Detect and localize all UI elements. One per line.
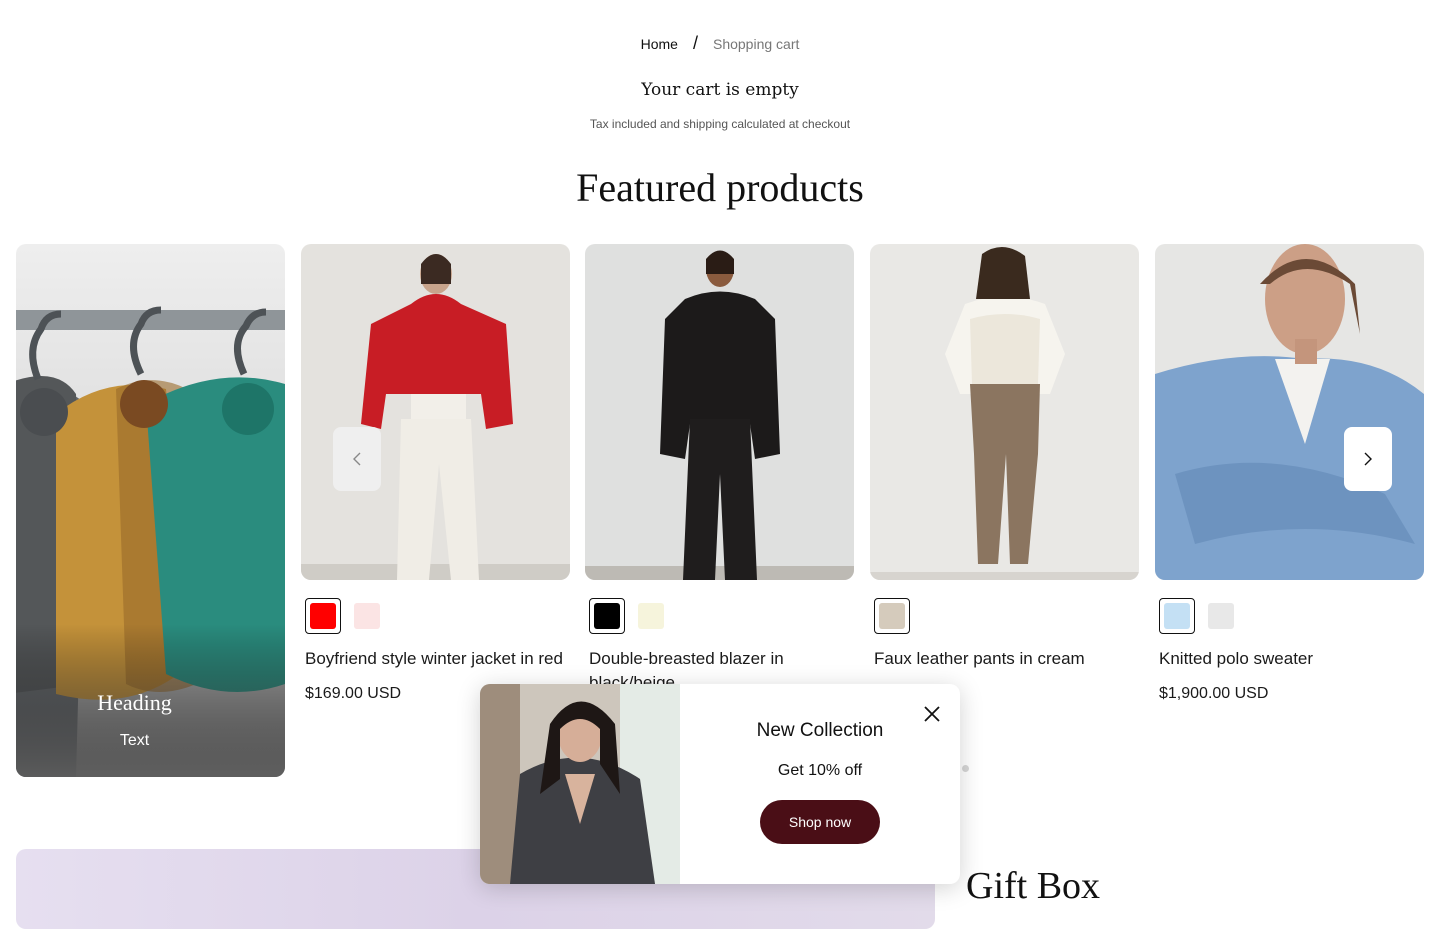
product-title[interactable]: Knitted polo sweater <box>1155 647 1424 671</box>
promo-popup: New Collection Get 10% off Shop now <box>480 684 960 884</box>
product-photo-red-jacket <box>301 244 570 580</box>
popup-subtitle: Get 10% off <box>777 762 863 779</box>
carousel-prev-button[interactable] <box>333 427 381 491</box>
tax-note: Tax included and shipping calculated at … <box>589 117 851 131</box>
product-card[interactable]: Double-breasted blazer in black/beige <box>585 244 854 709</box>
color-swatch[interactable] <box>589 598 625 634</box>
product-photo-polo-sweater <box>1155 244 1424 580</box>
color-swatch[interactable] <box>1159 598 1195 634</box>
shop-now-button[interactable]: Shop now <box>760 800 880 844</box>
gift-box-title: Gift Box <box>966 865 1101 907</box>
carousel-next-button[interactable] <box>1344 427 1392 491</box>
color-swatches <box>870 598 1139 634</box>
color-swatches <box>301 598 570 634</box>
product-image[interactable] <box>301 244 570 580</box>
product-image[interactable] <box>1155 244 1424 580</box>
popup-image <box>480 684 680 884</box>
color-swatches <box>585 598 854 634</box>
color-swatch[interactable] <box>874 598 910 634</box>
popup-model-photo <box>480 684 680 884</box>
breadcrumb-home-link[interactable]: Home <box>641 36 678 52</box>
color-swatches <box>1155 598 1424 634</box>
cart-empty-title: Your cart is empty <box>641 80 799 100</box>
product-photo-black-blazer <box>585 244 854 580</box>
popup-title: New Collection <box>756 720 884 741</box>
color-swatch[interactable] <box>349 598 385 634</box>
carousel-dot[interactable] <box>962 765 969 772</box>
chevron-right-icon <box>1364 452 1372 466</box>
breadcrumb-separator: / <box>692 33 698 53</box>
promo-heading: Heading <box>97 690 172 715</box>
product-title[interactable]: Boyfriend style winter jacket in red <box>301 647 570 671</box>
breadcrumb-current: Shopping cart <box>712 36 800 52</box>
breadcrumb: Home / Shopping cart <box>0 33 1440 54</box>
promo-text: Text <box>119 732 150 749</box>
product-photo-leather-pants <box>870 244 1139 580</box>
color-swatch[interactable] <box>1203 598 1239 634</box>
product-image[interactable] <box>870 244 1139 580</box>
close-icon <box>924 706 940 722</box>
chevron-left-icon <box>353 452 361 466</box>
color-swatch[interactable] <box>633 598 669 634</box>
product-price: $1,900.00 USD <box>1159 685 1269 702</box>
product-title[interactable]: Faux leather pants in cream <box>870 647 1139 671</box>
product-card[interactable]: Faux leather pants in cream USD <box>870 244 1139 703</box>
product-image[interactable] <box>585 244 854 580</box>
popup-close-button[interactable] <box>920 702 944 726</box>
featured-products-heading: Featured products <box>576 165 864 210</box>
color-swatch[interactable] <box>305 598 341 634</box>
